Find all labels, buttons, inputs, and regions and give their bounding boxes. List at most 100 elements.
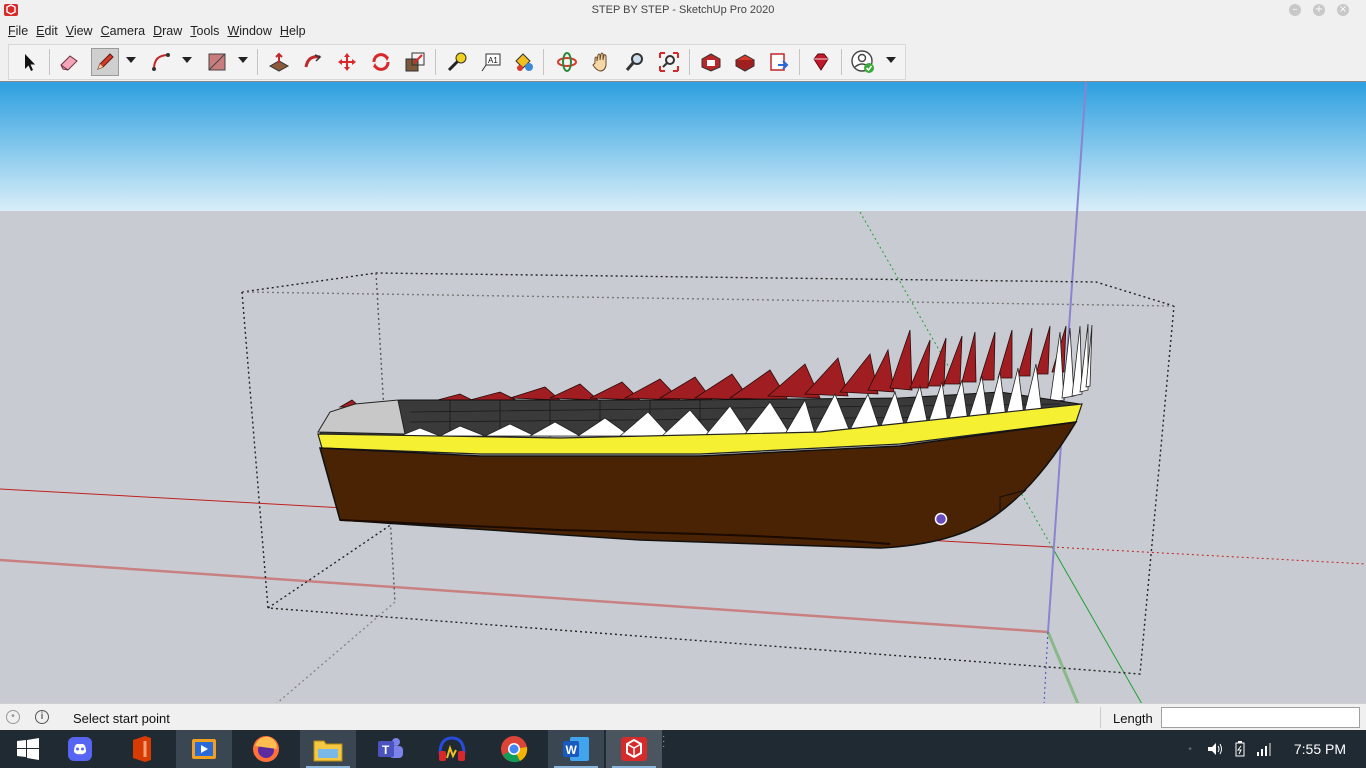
menu-draw[interactable]: Draw bbox=[149, 22, 186, 42]
text-tool-button[interactable]: A1 bbox=[477, 48, 505, 76]
toolbar-separator bbox=[799, 49, 800, 75]
window-title: STEP BY STEP - SketchUp Pro 2020 bbox=[591, 4, 775, 16]
select-tool-button[interactable] bbox=[15, 48, 43, 76]
close-button[interactable]: × bbox=[1334, 2, 1352, 18]
status-message: Select start point bbox=[73, 711, 170, 726]
scene-canvas[interactable] bbox=[0, 82, 1366, 704]
menu-file[interactable]: File bbox=[4, 22, 32, 42]
arc-tool-dropdown[interactable] bbox=[182, 57, 192, 63]
status-bar: • i Select start point Length bbox=[0, 703, 1366, 731]
ruby-gem-icon bbox=[813, 53, 829, 71]
user-account-icon bbox=[851, 50, 874, 73]
measurements-label: Length bbox=[1113, 711, 1153, 726]
line-tool-dropdown[interactable] bbox=[126, 57, 136, 63]
volume-icon[interactable] bbox=[1206, 741, 1224, 757]
extension-manager-button[interactable] bbox=[807, 48, 835, 76]
zoom-extents-button[interactable] bbox=[655, 48, 683, 76]
geo-location-icon[interactable]: • bbox=[6, 710, 20, 724]
signal-icon[interactable] bbox=[1256, 741, 1272, 757]
account-button[interactable] bbox=[849, 48, 877, 76]
taskbar-file-explorer[interactable] bbox=[300, 730, 356, 768]
minimize-button[interactable]: – bbox=[1286, 2, 1304, 18]
eraser-icon bbox=[60, 55, 78, 71]
orbit-icon bbox=[557, 52, 577, 72]
start-button[interactable] bbox=[0, 730, 56, 768]
inference-cursor bbox=[934, 512, 948, 526]
follow-me-tool-button[interactable] bbox=[299, 48, 327, 76]
toolbar-separator bbox=[841, 49, 842, 75]
menu-help[interactable]: Help bbox=[276, 22, 310, 42]
office-icon bbox=[133, 736, 151, 762]
move-icon bbox=[338, 53, 356, 71]
svg-text:W: W bbox=[566, 743, 578, 757]
pencil-icon bbox=[97, 53, 114, 70]
extension-warehouse-button[interactable] bbox=[731, 48, 759, 76]
rectangle-tool-dropdown[interactable] bbox=[238, 57, 248, 63]
paint-bucket-icon bbox=[515, 53, 533, 71]
taskbar-discord[interactable] bbox=[52, 730, 108, 768]
menu-window[interactable]: Window bbox=[223, 22, 275, 42]
taskbar-firefox[interactable] bbox=[238, 730, 294, 768]
arc-tool-button[interactable] bbox=[147, 48, 175, 76]
svg-text:T: T bbox=[382, 743, 390, 757]
line-tool-button[interactable] bbox=[91, 48, 119, 76]
toolbar-separator bbox=[49, 49, 50, 75]
rectangle-tool-button[interactable] bbox=[203, 48, 231, 76]
warehouse-icon bbox=[701, 53, 721, 72]
system-tray: • 7:55 PM bbox=[1188, 730, 1366, 768]
minimize-icon: – bbox=[1289, 4, 1301, 16]
zoom-extents-icon bbox=[659, 52, 679, 72]
rotate-icon bbox=[372, 53, 390, 71]
close-icon: × bbox=[1337, 4, 1349, 16]
taskbar-audio-app[interactable] bbox=[424, 730, 480, 768]
folder-icon bbox=[313, 740, 343, 762]
sketchup-icon bbox=[621, 737, 647, 761]
sky bbox=[0, 82, 1366, 211]
menu-bar: File Edit View Camera Draw Tools Window … bbox=[0, 22, 310, 42]
select-arrow-icon bbox=[25, 54, 35, 71]
account-dropdown[interactable] bbox=[886, 57, 896, 63]
battery-plug-icon[interactable] bbox=[1232, 741, 1248, 757]
toolbar-separator bbox=[435, 49, 436, 75]
maximize-icon: + bbox=[1313, 4, 1325, 16]
move-tool-button[interactable] bbox=[333, 48, 361, 76]
paint-bucket-tool-button[interactable] bbox=[509, 48, 537, 76]
measurements-input[interactable] bbox=[1161, 707, 1360, 728]
headphones-icon bbox=[438, 736, 466, 761]
send-to-layout-button[interactable] bbox=[765, 48, 793, 76]
3d-warehouse-button[interactable] bbox=[697, 48, 725, 76]
menu-view[interactable]: View bbox=[62, 22, 97, 42]
toolbar: A1 bbox=[0, 42, 1366, 80]
large-toolset: A1 bbox=[8, 44, 906, 80]
svg-text:A1: A1 bbox=[488, 56, 498, 65]
taskbar-video-player[interactable] bbox=[176, 730, 232, 768]
eraser-tool-button[interactable] bbox=[55, 48, 83, 76]
discord-icon bbox=[68, 737, 92, 761]
menu-edit[interactable]: Edit bbox=[32, 22, 62, 42]
taskbar-office[interactable] bbox=[114, 730, 170, 768]
menu-tools[interactable]: Tools bbox=[186, 22, 223, 42]
teams-icon: T bbox=[378, 738, 403, 758]
menu-camera[interactable]: Camera bbox=[97, 22, 149, 42]
tape-measure-tool-button[interactable] bbox=[443, 48, 471, 76]
send-to-layout-icon bbox=[770, 53, 789, 71]
taskbar-sketchup[interactable] bbox=[606, 730, 662, 768]
zoom-tool-button[interactable] bbox=[621, 48, 649, 76]
push-pull-tool-button[interactable] bbox=[265, 48, 293, 76]
instructor-info-icon[interactable]: i bbox=[35, 710, 49, 724]
rotate-tool-button[interactable] bbox=[367, 48, 395, 76]
model-viewport[interactable] bbox=[0, 81, 1366, 704]
taskbar-word[interactable]: W bbox=[548, 730, 604, 768]
tray-chevron-icon[interactable]: • bbox=[1188, 744, 1192, 755]
toolbar-separator bbox=[257, 49, 258, 75]
pan-tool-button[interactable] bbox=[587, 48, 615, 76]
taskbar-teams[interactable]: T bbox=[362, 730, 418, 768]
orbit-tool-button[interactable] bbox=[553, 48, 581, 76]
toolbar-separator bbox=[689, 49, 690, 75]
tape-measure-icon bbox=[447, 52, 467, 72]
taskbar-clock[interactable]: 7:55 PM bbox=[1294, 741, 1346, 757]
extension-warehouse-icon bbox=[734, 54, 756, 72]
maximize-button[interactable]: + bbox=[1310, 2, 1328, 18]
taskbar-chrome[interactable] bbox=[486, 730, 542, 768]
scale-tool-button[interactable] bbox=[401, 48, 429, 76]
